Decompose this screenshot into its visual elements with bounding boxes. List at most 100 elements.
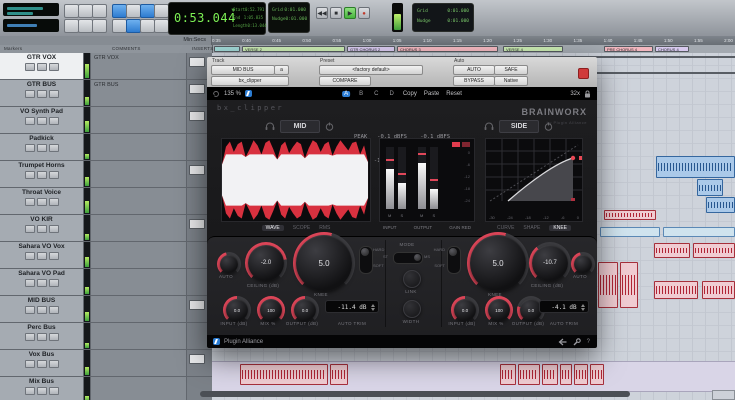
clip-led[interactable]	[452, 142, 460, 147]
side-clip-mode-toggle[interactable]	[447, 246, 461, 274]
auto-enable-button[interactable]: AUTO	[453, 65, 495, 75]
compare-button[interactable]: COMPARE	[319, 76, 371, 86]
tab-scope[interactable]: SCOPE	[293, 225, 311, 231]
track-row[interactable]: MID BUS	[0, 296, 212, 323]
audio-clip[interactable]	[654, 281, 698, 299]
track-row[interactable]: Perc Bus	[0, 323, 212, 350]
marker-chip[interactable]	[214, 46, 240, 52]
reset-button[interactable]: Reset	[446, 91, 462, 97]
toolbar-button[interactable]	[112, 19, 127, 33]
plugin-selector[interactable]: bx_clipper	[211, 76, 289, 86]
record-enable-button[interactable]	[25, 225, 35, 233]
help-button[interactable]: ?	[587, 339, 590, 345]
mute-button[interactable]	[49, 360, 59, 368]
link-button[interactable]	[403, 270, 421, 288]
mute-button[interactable]	[49, 333, 59, 341]
solo-button[interactable]	[37, 333, 47, 341]
main-counter[interactable]: 0:53.044 ▼ Start0:52.791 End1:05.835 Len…	[168, 2, 266, 35]
track-comment-cell[interactable]	[91, 377, 187, 400]
audio-clip[interactable]	[654, 243, 690, 258]
audio-clip[interactable]	[590, 364, 604, 385]
audio-clip[interactable]	[518, 364, 540, 385]
tab-shape[interactable]: SHAPE	[523, 225, 540, 231]
toolbar-button[interactable]	[92, 19, 107, 33]
stepper-arrows-icon[interactable]	[581, 304, 585, 311]
solo-button[interactable]	[37, 90, 47, 98]
mute-button[interactable]	[49, 306, 59, 314]
side-input-knob[interactable]: 0.0	[451, 296, 479, 324]
back-arrow-icon[interactable]	[558, 338, 567, 346]
record-enable-button[interactable]	[25, 117, 35, 125]
toolbar-button[interactable]	[64, 4, 79, 18]
track-comment-cell[interactable]	[91, 161, 187, 187]
record-enable-button[interactable]	[25, 63, 35, 71]
solo-button[interactable]	[37, 63, 47, 71]
track-name-cell[interactable]: VO KIR	[0, 215, 84, 241]
track-comment-cell[interactable]	[91, 107, 187, 133]
audio-clip[interactable]	[656, 156, 735, 178]
bypass-button[interactable]: BYPASS	[453, 76, 495, 86]
track-comment-cell[interactable]	[91, 188, 187, 214]
track-comment-cell[interactable]: GTR BUS	[91, 80, 187, 106]
record-enable-button[interactable]	[25, 90, 35, 98]
wrench-icon[interactable]	[573, 338, 581, 346]
audio-clip[interactable]	[697, 179, 723, 196]
headphones-icon[interactable]	[265, 122, 275, 131]
preset-selector[interactable]: <factory default>	[319, 65, 423, 75]
marker-chip[interactable]: CHORUS 3	[397, 46, 498, 52]
track-comment-cell[interactable]	[91, 350, 187, 376]
record-enable-button[interactable]	[25, 171, 35, 179]
toolbar-button[interactable]	[78, 19, 93, 33]
mute-button[interactable]	[49, 225, 59, 233]
toolbar-button[interactable]	[78, 4, 93, 18]
mute-button[interactable]	[49, 117, 59, 125]
mute-button[interactable]	[49, 90, 59, 98]
audio-clip[interactable]	[574, 364, 588, 385]
record-enable-button[interactable]	[25, 252, 35, 260]
safe-button[interactable]: SAFE	[494, 65, 528, 75]
solo-button[interactable]	[37, 279, 47, 287]
plugin-alliance-icon[interactable]	[245, 90, 252, 97]
audio-clip[interactable]	[693, 243, 735, 258]
track-comment-cell[interactable]	[91, 323, 187, 349]
setting-slot-a[interactable]: A	[342, 91, 350, 97]
paste-button[interactable]: Paste	[424, 91, 439, 97]
toolbar-button[interactable]	[154, 19, 169, 33]
mute-button[interactable]	[49, 63, 59, 71]
tab-knee[interactable]: KNEE	[549, 225, 571, 231]
track-comment-cell[interactable]	[91, 134, 187, 160]
copy-button[interactable]: Copy	[403, 91, 417, 97]
track-row[interactable]: Sahara VO Vox	[0, 242, 212, 269]
side-auto-ceiling-knob[interactable]	[571, 252, 595, 276]
marker-chip[interactable]: VERSE 2	[242, 46, 345, 52]
plugin-format[interactable]: Native	[494, 76, 528, 86]
mid-output-knob[interactable]: 0.0	[291, 296, 319, 324]
mute-button[interactable]	[49, 198, 59, 206]
track-insert-cell[interactable]	[187, 350, 212, 376]
track-name-cell[interactable]: Sahara VO Vox	[0, 242, 84, 268]
track-selector[interactable]: MID BUS	[211, 65, 275, 75]
track-comment-cell[interactable]	[91, 242, 187, 268]
audio-clip[interactable]	[330, 364, 348, 385]
audio-clip[interactable]	[500, 364, 516, 385]
audio-clip[interactable]	[702, 281, 735, 299]
track-row[interactable]: VO Synth Pad	[0, 107, 212, 134]
mid-ceiling-knob[interactable]: -2.0	[245, 242, 287, 284]
track-comment-cell[interactable]	[91, 269, 187, 295]
solo-button[interactable]	[37, 198, 47, 206]
stop-button[interactable]: ■	[330, 7, 342, 19]
track-name-cell[interactable]: GTR VOX	[0, 53, 84, 79]
mute-button[interactable]	[49, 387, 59, 395]
mid-clip-mode-toggle[interactable]	[359, 246, 373, 274]
target-button[interactable]	[578, 68, 589, 79]
setting-slot-c[interactable]: C	[372, 91, 380, 97]
track-row[interactable]: Throat Voice	[0, 188, 212, 215]
track-name-cell[interactable]: GTR BUS	[0, 80, 84, 106]
marker-chip[interactable]: GTR CHORUS 2	[347, 46, 395, 52]
mid-auto-ceiling-knob[interactable]	[217, 252, 241, 276]
toolbar-button[interactable]	[92, 4, 107, 18]
audio-clip[interactable]	[604, 210, 656, 220]
mid-mix-knob[interactable]: 100	[257, 296, 285, 324]
refresh-icon[interactable]	[212, 90, 220, 98]
width-knob[interactable]	[403, 300, 421, 318]
